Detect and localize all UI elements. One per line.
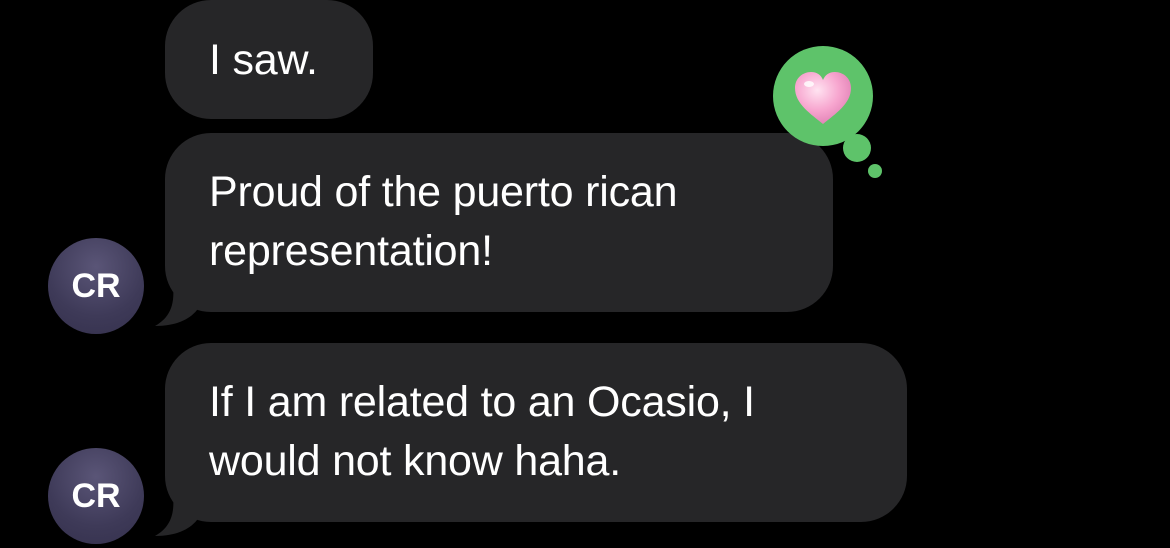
- avatar[interactable]: CR: [48, 238, 144, 334]
- heart-icon[interactable]: [771, 44, 891, 184]
- message-bubble[interactable]: I saw.: [165, 0, 373, 119]
- message-text: I saw.: [209, 36, 318, 84]
- message-bubble[interactable]: Proud of the puerto rican representation…: [155, 133, 833, 326]
- bubble-tail: [155, 496, 197, 536]
- message-text: If I am related to an Ocasio, I would no…: [209, 378, 755, 485]
- message-bubble[interactable]: If I am related to an Ocasio, I would no…: [155, 343, 907, 536]
- message-text: Proud of the puerto rican representation…: [209, 168, 678, 275]
- avatar[interactable]: CR: [48, 448, 144, 544]
- bubble-tail: [155, 286, 197, 326]
